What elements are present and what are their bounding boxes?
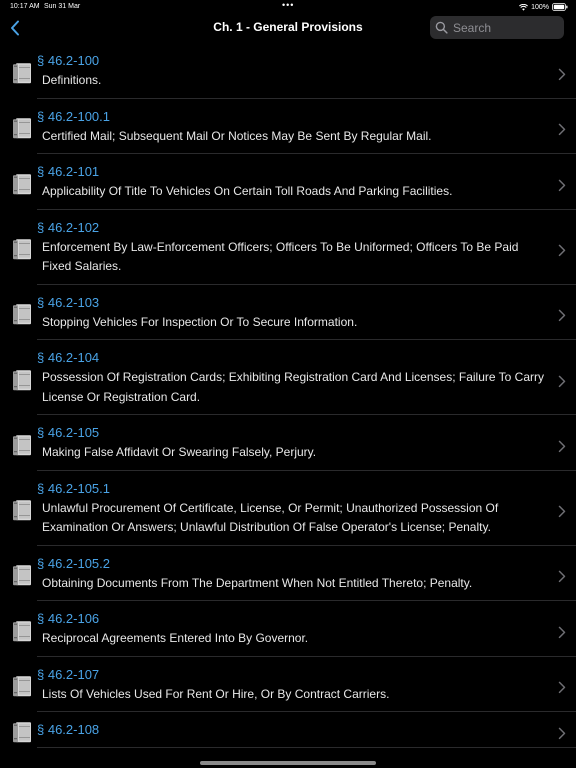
section-row[interactable]: § 46.2-101 Applicability Of Title To Vehi… (0, 154, 576, 210)
section-number: § 46.2-100 (37, 53, 100, 68)
section-number: § 46.2-105.2 (37, 555, 111, 571)
section-content: § 46.2-100 Definitions. (37, 43, 547, 99)
section-content: § 46.2-104 Possession Of Registration Car… (37, 340, 547, 415)
section-content: § 46.2-105.2 Obtaining Documents From The… (37, 546, 547, 602)
back-button[interactable] (6, 18, 24, 38)
search-icon (435, 21, 448, 34)
section-row[interactable]: § 46.2-100.1 Certified Mail; Subsequent M… (0, 99, 576, 155)
section-content: § 46.2-102 Enforcement By Law-Enforcement… (37, 210, 547, 285)
section-title: Stopping Vehicles For Inspection Or To S… (42, 314, 358, 329)
section-content: § 46.2-105.1 Unlawful Procurement Of Cert… (37, 471, 547, 546)
section-list: § 46.2-100 Definitions. § 46.2-100.1 Certif… (0, 43, 576, 748)
book-icon (12, 499, 32, 521)
battery-icon (552, 3, 568, 11)
section-title: Possession Of Registration Cards; Exhibi… (42, 370, 545, 404)
chevron-right-icon (558, 178, 566, 191)
section-title: Definitions. (42, 73, 102, 87)
section-row[interactable]: § 46.2-105.1 Unlawful Procurement Of Cert… (0, 471, 576, 546)
section-number: § 46.2-108 (37, 722, 100, 737)
status-bar: 10:17 AM Sun 31 Mar ••• 100% (0, 0, 576, 14)
chevron-right-icon (558, 67, 566, 80)
section-row[interactable]: § 46.2-102 Enforcement By Law-Enforcement… (0, 210, 576, 285)
section-title: Obtaining Documents From The Department … (42, 575, 473, 590)
wifi-icon (519, 3, 529, 11)
section-number: § 46.2-103 (37, 294, 100, 310)
multitasking-dots[interactable]: ••• (282, 0, 294, 10)
book-icon (12, 564, 32, 586)
chevron-left-icon (11, 20, 19, 36)
section-title (42, 738, 547, 740)
chevron-right-icon (558, 374, 566, 387)
section-title: Reciprocal Agreements Entered Into By Go… (42, 631, 309, 645)
home-indicator[interactable] (200, 761, 376, 765)
section-content: § 46.2-101 Applicability Of Title To Vehi… (37, 154, 547, 210)
section-row[interactable]: § 46.2-106 Reciprocal Agreements Entered … (0, 601, 576, 657)
book-icon (12, 721, 32, 743)
section-title: Lists Of Vehicles Used For Rent Or Hire,… (42, 686, 390, 701)
navigation-bar: Ch. 1 - General Provisions (0, 14, 576, 42)
section-content: § 46.2-100.1 Certified Mail; Subsequent M… (37, 99, 547, 155)
book-icon (12, 62, 32, 84)
section-title: Unlawful Procurement Of Certificate, Lic… (42, 500, 499, 535)
section-content: § 46.2-106 Reciprocal Agreements Entered … (37, 601, 547, 657)
chevron-right-icon (558, 570, 566, 583)
chevron-right-icon (558, 625, 566, 638)
chevron-right-icon (558, 123, 566, 136)
section-row[interactable]: § 46.2-104 Possession Of Registration Car… (0, 340, 576, 415)
book-icon (12, 434, 32, 456)
section-row[interactable]: § 46.2-105 Making False Affidavit Or Swea… (0, 415, 576, 471)
section-title: Making False Affidavit Or Swearing False… (42, 445, 317, 459)
chevron-right-icon (558, 439, 566, 452)
section-content: § 46.2-108 (37, 712, 547, 748)
section-number: § 46.2-106 (37, 611, 100, 626)
section-number: § 46.2-101 (37, 164, 100, 179)
chevron-right-icon (558, 681, 566, 694)
chevron-right-icon (558, 726, 566, 740)
section-title: Certified Mail; Subsequent Mail Or Notic… (42, 128, 432, 143)
book-icon (12, 369, 32, 391)
battery-percent: 100% (531, 3, 549, 11)
section-content: § 46.2-105 Making False Affidavit Or Swea… (37, 415, 547, 471)
section-content: § 46.2-103 Stopping Vehicles For Inspecti… (37, 285, 547, 341)
search-input[interactable] (453, 20, 563, 35)
section-number: § 46.2-102 (37, 219, 100, 235)
section-row[interactable]: § 46.2-107 Lists Of Vehicles Used For Ren… (0, 657, 576, 713)
book-icon (12, 675, 32, 697)
book-icon (12, 238, 32, 260)
book-icon (12, 117, 32, 139)
book-icon (12, 303, 32, 325)
section-row[interactable]: § 46.2-108 (0, 712, 576, 748)
section-number: § 46.2-105.1 (37, 480, 111, 496)
section-number: § 46.2-100.1 (37, 108, 111, 124)
section-row[interactable]: § 46.2-103 Stopping Vehicles For Inspecti… (0, 285, 576, 341)
book-icon (12, 173, 32, 195)
search-bar[interactable] (430, 16, 564, 39)
chevron-right-icon (558, 309, 566, 322)
section-number: § 46.2-105 (37, 425, 100, 440)
section-number: § 46.2-107 (37, 666, 100, 682)
section-row[interactable]: § 46.2-105.2 Obtaining Documents From The… (0, 546, 576, 602)
section-number: § 46.2-104 (37, 350, 100, 365)
status-date: Sun 31 Mar (44, 3, 81, 10)
section-title: Enforcement By Law-Enforcement Officers;… (42, 239, 519, 274)
chevron-right-icon (558, 504, 566, 518)
divider (37, 747, 576, 748)
book-icon (12, 620, 32, 642)
status-time: 10:17 AM (10, 3, 40, 10)
status-right: 100% (519, 3, 568, 11)
section-row[interactable]: § 46.2-100 Definitions. (0, 43, 576, 99)
chevron-right-icon (558, 243, 566, 257)
section-content: § 46.2-107 Lists Of Vehicles Used For Ren… (37, 657, 547, 713)
section-title: Applicability Of Title To Vehicles On Ce… (42, 184, 453, 198)
